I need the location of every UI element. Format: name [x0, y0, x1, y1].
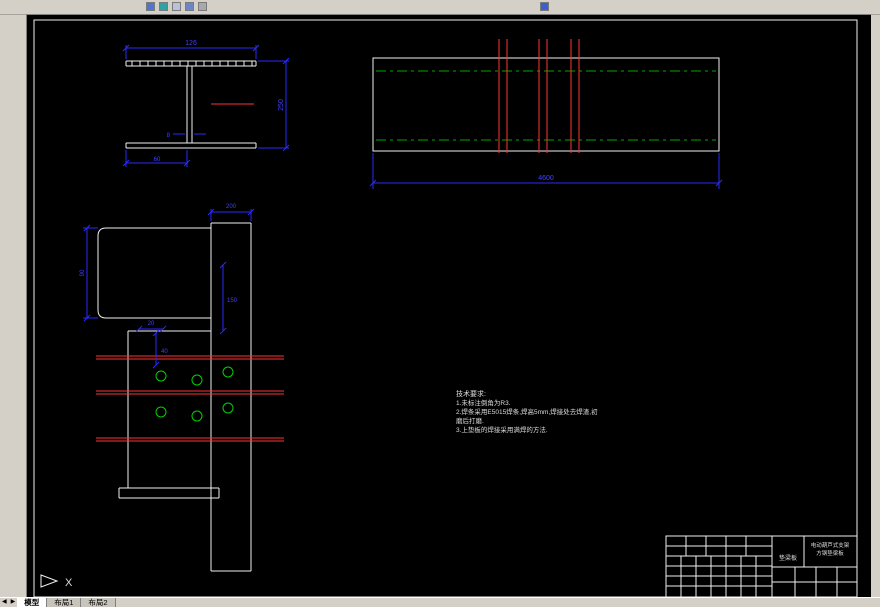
pan-icon[interactable] [540, 2, 549, 11]
dim-label-section-web: 8 [167, 133, 171, 139]
layout-tab-bar: ◀ ▶ 模型 布局1 布局2 [0, 597, 880, 607]
tech-notes-line: 2.焊条采用E5015焊条,焊高5mm,焊接处去焊渣,初 [456, 407, 598, 416]
save-icon[interactable] [172, 2, 181, 11]
dim-label-beam-length: 4600 [538, 175, 554, 182]
tech-notes-line: 3.上垫板的焊接采用满焊的方法. [456, 425, 548, 434]
top-toolbar [0, 0, 880, 15]
view-ibeam-section: 126 250 8 60 [122, 40, 290, 167]
tab-layout2[interactable]: 布局2 [81, 598, 116, 607]
tech-notes-title: 技术要求: [456, 389, 486, 398]
tech-notes-line: 1.未标注倒角为R3. [456, 398, 511, 407]
drawing-canvas[interactable]: 126 250 8 60 4600 200 90 20 40 150 技术要求:… [26, 14, 871, 599]
dim-label-detail-b: 40 [161, 349, 168, 355]
dim-label-section-bottom: 60 [154, 157, 161, 163]
title-block-org-line1: 电动葫芦式支架 [811, 541, 850, 549]
new-icon[interactable] [146, 2, 155, 11]
title-block-org-line2: 方钢垫梁板 [816, 549, 844, 557]
tab-layout1[interactable]: 布局1 [47, 598, 82, 607]
ucs-x-axis-label: X [65, 577, 73, 589]
title-block-part-name: 垫梁板 [779, 554, 797, 562]
view-beam-top: 4600 [369, 39, 723, 189]
dim-label-detail-left: 90 [80, 269, 86, 276]
tab-nav-next-icon[interactable]: ▶ [9, 598, 18, 607]
drawing-frame [33, 19, 858, 598]
drawing-svg: 126 250 8 60 4600 200 90 20 40 150 技术要求:… [33, 19, 858, 598]
dim-label-section-height: 250 [278, 99, 285, 111]
dim-label-detail-a: 20 [148, 321, 155, 327]
open-icon[interactable] [159, 2, 168, 11]
title-block: 垫梁板 电动葫芦式支架 方钢垫梁板 [665, 535, 858, 598]
dim-label-detail-c: 150 [227, 298, 238, 304]
ucs-icon: X [40, 574, 73, 589]
tab-model[interactable]: 模型 [17, 598, 48, 607]
view-detail: 200 90 20 40 150 [80, 204, 284, 572]
dim-label-detail-top: 200 [226, 204, 237, 210]
tab-nav-prev-icon[interactable]: ◀ [0, 598, 9, 607]
plot-icon[interactable] [185, 2, 194, 11]
tech-notes-line: 磨后打磨. [456, 416, 484, 425]
undo-icon[interactable] [198, 2, 207, 11]
tech-notes: 技术要求: 1.未标注倒角为R3. 2.焊条采用E5015焊条,焊高5mm,焊接… [456, 389, 598, 434]
dim-label-section-width: 126 [185, 40, 197, 47]
